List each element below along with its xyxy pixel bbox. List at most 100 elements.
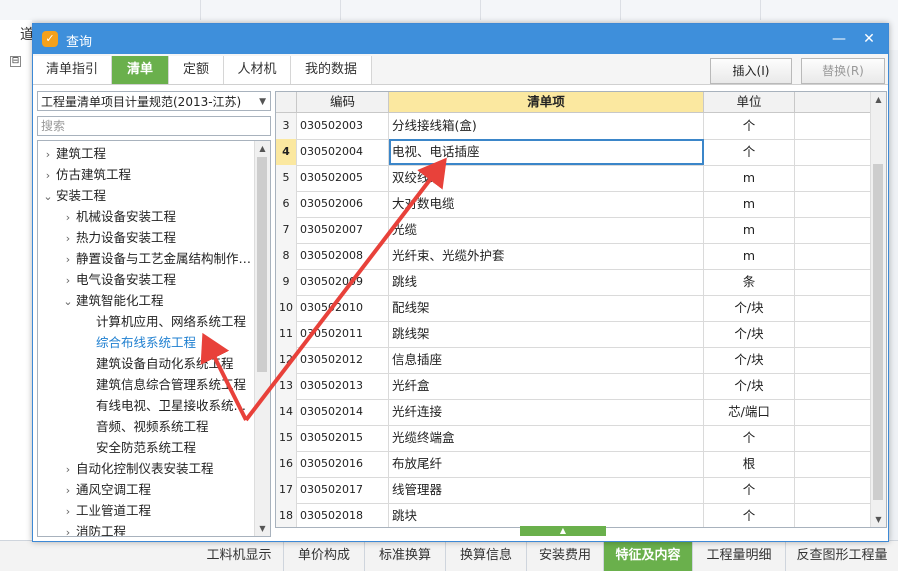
table-row[interactable]: 16 030502016 布放尾纤根 bbox=[276, 451, 871, 478]
table-row[interactable]: 5 030502005 双绞线缆 m bbox=[276, 165, 871, 192]
chevron-right-icon[interactable]: › bbox=[60, 207, 76, 228]
scroll-up-icon[interactable]: ▲ bbox=[871, 92, 886, 107]
tab-installation-fee[interactable]: 安装费用 bbox=[527, 541, 604, 571]
row-number[interactable]: 11 bbox=[276, 321, 297, 347]
row-code[interactable]: 030502018 bbox=[297, 503, 389, 527]
row-item-name[interactable]: 电视、电话插座 bbox=[389, 139, 704, 165]
row-item-name[interactable]: 跳线架 bbox=[389, 321, 704, 347]
chevron-right-icon[interactable]: › bbox=[40, 165, 56, 186]
spec-select[interactable]: 工程量清单项目计量规范(2013-江苏) ▼ bbox=[37, 91, 271, 111]
column-header-code[interactable]: 编码 bbox=[297, 92, 389, 112]
chevron-right-icon[interactable]: › bbox=[60, 480, 76, 501]
row-item-name[interactable]: 信息插座 bbox=[389, 347, 704, 373]
minimize-icon[interactable]: — bbox=[829, 29, 849, 49]
row-item-name[interactable]: 光纤盒 bbox=[389, 373, 704, 399]
tree-node[interactable]: › 工业管道工程 bbox=[60, 500, 151, 521]
tab-quota[interactable]: 定额 bbox=[169, 56, 224, 84]
row-code[interactable]: 030502012 bbox=[297, 347, 389, 373]
row-code[interactable]: 030502016 bbox=[297, 451, 389, 477]
row-unit[interactable]: 个 bbox=[704, 503, 795, 527]
row-number[interactable]: 15 bbox=[276, 425, 297, 451]
row-number[interactable]: 17 bbox=[276, 477, 297, 503]
row-number[interactable]: 7 bbox=[276, 217, 297, 243]
tree-node[interactable]: › 仿古建筑工程 bbox=[40, 164, 131, 185]
tab-labor-material-machine[interactable]: 人材机 bbox=[224, 56, 291, 84]
tree-node[interactable]: › 静置设备与工艺金属结构制作… bbox=[60, 248, 251, 269]
tree-node[interactable]: 计算机应用、网络系统工程 bbox=[80, 311, 246, 332]
table-row[interactable]: 9 030502009 跳线条 bbox=[276, 269, 871, 296]
row-item-name[interactable]: 大对数电缆 bbox=[389, 191, 704, 217]
column-header-unit[interactable]: 单位 bbox=[704, 92, 795, 112]
row-number[interactable]: 6 bbox=[276, 191, 297, 217]
scroll-up-icon[interactable]: ▲ bbox=[255, 141, 270, 156]
row-unit[interactable]: 芯/端口 bbox=[704, 399, 795, 425]
row-unit[interactable]: 条 bbox=[704, 269, 795, 295]
row-code[interactable]: 030502013 bbox=[297, 373, 389, 399]
table-row[interactable]: 18 030502018 跳块个 bbox=[276, 503, 871, 527]
tree-scrollbar[interactable]: ▲ ▼ bbox=[254, 141, 270, 536]
tree-node[interactable]: ⌄ 建筑智能化工程 bbox=[60, 290, 163, 312]
tab-features-content[interactable]: 特征及内容 bbox=[604, 541, 693, 571]
tab-reverse-lookup-quantity[interactable]: 反查图形工程量 bbox=[786, 541, 898, 571]
row-unit[interactable]: 个 bbox=[704, 113, 795, 139]
row-code[interactable]: 030502009 bbox=[297, 269, 389, 295]
table-scrollbar[interactable]: ▲ ▼ bbox=[870, 92, 886, 527]
table-row[interactable]: 7 030502007 光缆 m bbox=[276, 217, 871, 244]
row-unit[interactable]: m bbox=[704, 243, 795, 269]
row-code[interactable]: 030502008 bbox=[297, 243, 389, 269]
search-input[interactable] bbox=[37, 116, 271, 136]
row-number[interactable]: 8 bbox=[276, 243, 297, 269]
row-unit[interactable]: 个/块 bbox=[704, 321, 795, 347]
row-unit[interactable]: 根 bbox=[704, 451, 795, 477]
row-unit[interactable]: 个/块 bbox=[704, 347, 795, 373]
row-code[interactable]: 030502011 bbox=[297, 321, 389, 347]
row-item-name[interactable]: 分线接线箱(盒) bbox=[389, 113, 704, 139]
tab-standard-conversion[interactable]: 标准换算 bbox=[365, 541, 446, 571]
insert-button[interactable]: 插入(I) bbox=[710, 58, 792, 84]
tree-node[interactable]: 有线电视、卫星接收系统… bbox=[80, 395, 246, 416]
chevron-right-icon[interactable]: › bbox=[60, 270, 76, 291]
tab-bill-items[interactable]: 清单 bbox=[112, 56, 169, 84]
tree-node[interactable]: › 消防工程 bbox=[60, 521, 126, 536]
table-row[interactable]: 17 030502017 线管理器个 bbox=[276, 477, 871, 504]
row-item-name[interactable]: 线管理器 bbox=[389, 477, 704, 503]
scroll-down-icon[interactable]: ▼ bbox=[871, 512, 886, 527]
chevron-down-icon[interactable]: ⌄ bbox=[40, 186, 56, 207]
row-number[interactable]: 16 bbox=[276, 451, 297, 477]
table-row[interactable]: 3 030502003 分线接线箱(盒) 个 bbox=[276, 113, 871, 140]
table-row[interactable]: 11 030502011 跳线架 个/块 bbox=[276, 321, 871, 348]
row-number[interactable]: 12 bbox=[276, 347, 297, 373]
tree-node[interactable]: 建筑信息综合管理系统工程 bbox=[80, 374, 246, 395]
chevron-right-icon[interactable]: › bbox=[60, 522, 76, 536]
column-header-item[interactable]: 清单项 bbox=[389, 92, 704, 112]
row-number[interactable]: 5 bbox=[276, 165, 297, 191]
scroll-down-icon[interactable]: ▼ bbox=[255, 521, 270, 536]
table-row[interactable]: 13 030502013 光纤盒 个/块 bbox=[276, 373, 871, 400]
table-row[interactable]: 10 030502010 配线架 个/块 bbox=[276, 295, 871, 322]
table-scroll-thumb[interactable] bbox=[873, 164, 883, 500]
row-unit[interactable]: 个/块 bbox=[704, 295, 795, 321]
row-unit[interactable]: 个 bbox=[704, 477, 795, 503]
row-item-name[interactable]: 跳块 bbox=[389, 503, 704, 527]
tree-node[interactable]: 建筑设备自动化系统工程 bbox=[80, 353, 234, 374]
row-unit[interactable]: 个 bbox=[704, 425, 795, 451]
close-icon[interactable]: ✕ bbox=[859, 29, 879, 49]
table-row[interactable]: 4 030502004 电视、电话插座个 bbox=[276, 139, 871, 166]
row-number[interactable]: 3 bbox=[276, 113, 297, 139]
row-code[interactable]: 030502014 bbox=[297, 399, 389, 425]
row-code[interactable]: 030502010 bbox=[297, 295, 389, 321]
row-number[interactable]: 18 bbox=[276, 503, 297, 527]
tab-conversion-info[interactable]: 换算信息 bbox=[446, 541, 527, 571]
row-item-name[interactable]: 双绞线缆 bbox=[389, 165, 704, 191]
chevron-right-icon[interactable]: › bbox=[60, 249, 76, 270]
row-item-name[interactable]: 光缆终端盒 bbox=[389, 425, 704, 451]
tab-my-data[interactable]: 我的数据 bbox=[291, 56, 372, 84]
row-number[interactable]: 14 bbox=[276, 399, 297, 425]
background-expand-icon[interactable]: ⊟ bbox=[10, 56, 21, 67]
table-row[interactable]: 14 030502014 光纤连接 芯/端口 bbox=[276, 399, 871, 426]
row-code[interactable]: 030502017 bbox=[297, 477, 389, 503]
chevron-down-icon[interactable]: ⌄ bbox=[60, 291, 76, 312]
row-number[interactable]: 9 bbox=[276, 269, 297, 295]
tree-node[interactable]: › 通风空调工程 bbox=[60, 479, 151, 500]
tree-node[interactable]: 安全防范系统工程 bbox=[80, 437, 196, 458]
